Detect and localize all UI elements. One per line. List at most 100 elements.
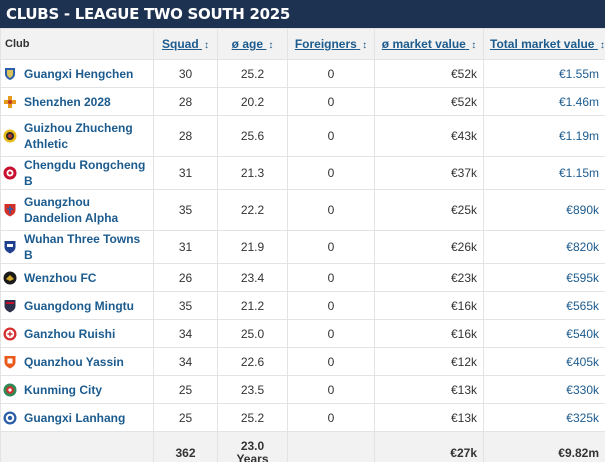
- table-row: Wuhan Three Towns B 31 21.9 0 €26k €820k: [0, 230, 605, 264]
- sort-icon[interactable]: ↕: [268, 40, 273, 51]
- foreigners-cell: 0: [287, 156, 375, 190]
- green-red-crest-icon[interactable]: [3, 383, 17, 397]
- total-value-sum: €9.82m: [483, 431, 605, 462]
- total-value-link[interactable]: €890k: [483, 189, 605, 231]
- club-name-link[interactable]: Guangxi Lanhang: [24, 410, 125, 426]
- squad-cell: 26: [153, 263, 218, 292]
- club-name-link[interactable]: Wuhan Three Towns B: [24, 231, 147, 263]
- age-cell: 25.2: [217, 59, 288, 88]
- totals-empty-cell: [0, 431, 154, 462]
- squad-header-label[interactable]: Squad: [162, 37, 199, 51]
- red-shield-crest-icon[interactable]: [3, 203, 17, 217]
- age-column-header[interactable]: ø age ↕: [217, 28, 288, 60]
- total-value-link[interactable]: €1.15m: [483, 156, 605, 190]
- totals-row: 362 23.0 Years €27k €9.82m: [0, 431, 605, 462]
- age-cell: 25.6: [217, 115, 288, 157]
- age-unit: Years: [236, 452, 269, 462]
- foreigners-cell: 0: [287, 115, 375, 157]
- table-row: Quanzhou Yassin 34 22.6 0 €12k €405k: [0, 347, 605, 376]
- squad-column-header[interactable]: Squad ↕: [153, 28, 218, 60]
- club-name-link[interactable]: Quanzhou Yassin: [24, 354, 124, 370]
- navy-shield-crest-icon[interactable]: [3, 240, 17, 254]
- club-name-link[interactable]: Wenzhou FC: [24, 270, 96, 286]
- total-value-link[interactable]: €330k: [483, 375, 605, 404]
- squad-cell: 28: [153, 87, 218, 116]
- sort-icon[interactable]: ↕: [471, 40, 476, 51]
- red-round-crest-icon[interactable]: [3, 166, 17, 180]
- club-cell: Quanzhou Yassin: [0, 347, 154, 376]
- orange-shield-crest-icon[interactable]: [3, 355, 17, 369]
- club-name-link[interactable]: Ganzhou Ruishi: [24, 326, 115, 342]
- squad-cell: 25: [153, 403, 218, 432]
- total-value-link[interactable]: €540k: [483, 319, 605, 348]
- table-header-row: Club Squad ↕ ø age ↕ Foreigners ↕ ø mark…: [0, 28, 605, 60]
- table-row: Ganzhou Ruishi 34 25.0 0 €16k €540k: [0, 319, 605, 348]
- table-title: CLUBS - LEAGUE TWO SOUTH 2025: [0, 0, 605, 28]
- age-cell: 20.2: [217, 87, 288, 116]
- foreigners-cell: 0: [287, 403, 375, 432]
- blue-ring-crest-icon[interactable]: [3, 411, 17, 425]
- clubs-table-box: CLUBS - LEAGUE TWO SOUTH 2025 Club Squad…: [0, 0, 605, 462]
- age-cell: 25.2: [217, 403, 288, 432]
- age-header-label[interactable]: ø age: [232, 37, 263, 51]
- club-name-link[interactable]: Guangxi Hengchen: [24, 66, 133, 82]
- table-row: Shenzhen 2028 28 20.2 0 €52k €1.46m: [0, 87, 605, 116]
- sort-icon[interactable]: ↕: [600, 40, 605, 51]
- foreigners-cell: 0: [287, 291, 375, 320]
- club-column-header: Club: [0, 28, 154, 60]
- orange-cross-crest-icon[interactable]: [3, 95, 17, 109]
- club-name-link[interactable]: Guangzhou Dandelion Alpha: [24, 194, 147, 226]
- age-cell: 25.0: [217, 319, 288, 348]
- club-cell: Chengdu Rongcheng B: [0, 156, 154, 190]
- table-row: Kunming City 25 23.5 0 €13k €330k: [0, 375, 605, 404]
- age-cell: 22.2: [217, 189, 288, 231]
- yellow-round-crest-icon[interactable]: [3, 129, 17, 143]
- club-name-link[interactable]: Kunming City: [24, 382, 102, 398]
- club-cell: Wuhan Three Towns B: [0, 230, 154, 264]
- club-cell: Guizhou Zhucheng Athletic: [0, 115, 154, 157]
- squad-cell: 31: [153, 230, 218, 264]
- dark-shield-crest-icon[interactable]: [3, 299, 17, 313]
- age-cell: 23.4: [217, 263, 288, 292]
- total-value-link[interactable]: €565k: [483, 291, 605, 320]
- shield-blue-crest-icon[interactable]: [3, 67, 17, 81]
- age-cell: 21.9: [217, 230, 288, 264]
- red-ring-crest-icon[interactable]: [3, 327, 17, 341]
- age-cell: 23.5: [217, 375, 288, 404]
- market-value-cell: €23k: [374, 263, 484, 292]
- total-value-link[interactable]: €595k: [483, 263, 605, 292]
- club-name-link[interactable]: Shenzhen 2028: [24, 94, 111, 110]
- total-value-link[interactable]: €820k: [483, 230, 605, 264]
- total-value-column-header[interactable]: Total market value ↕: [483, 28, 605, 60]
- club-cell: Guangxi Hengchen: [0, 59, 154, 88]
- club-name-link[interactable]: Guangdong Mingtu: [24, 298, 134, 314]
- foreigners-cell: 0: [287, 347, 375, 376]
- total-value-header-label[interactable]: Total market value: [490, 37, 594, 51]
- table-row: Wenzhou FC 26 23.4 0 €23k €595k: [0, 263, 605, 292]
- foreigners-cell: 0: [287, 189, 375, 231]
- market-value-cell: €16k: [374, 291, 484, 320]
- total-value-link[interactable]: €1.46m: [483, 87, 605, 116]
- total-value-link[interactable]: €405k: [483, 347, 605, 376]
- black-gold-crest-icon[interactable]: [3, 271, 17, 285]
- total-value-link[interactable]: €1.55m: [483, 59, 605, 88]
- foreigners-cell: 0: [287, 59, 375, 88]
- total-value-link[interactable]: €1.19m: [483, 115, 605, 157]
- club-name-link[interactable]: Chengdu Rongcheng B: [24, 157, 147, 189]
- foreigners-header-label[interactable]: Foreigners: [295, 37, 357, 51]
- total-value-link[interactable]: €325k: [483, 403, 605, 432]
- market-value-header-label[interactable]: ø market value: [382, 37, 466, 51]
- table-row: Guizhou Zhucheng Athletic 28 25.6 0 €43k…: [0, 115, 605, 157]
- foreigners-cell: 0: [287, 87, 375, 116]
- foreigners-column-header[interactable]: Foreigners ↕: [287, 28, 375, 60]
- market-value-average: €27k: [374, 431, 484, 462]
- club-cell: Guangxi Lanhang: [0, 403, 154, 432]
- squad-cell: 30: [153, 59, 218, 88]
- squad-cell: 25: [153, 375, 218, 404]
- sort-icon[interactable]: ↕: [362, 40, 367, 51]
- club-name-link[interactable]: Guizhou Zhucheng Athletic: [24, 120, 147, 152]
- market-value-cell: €16k: [374, 319, 484, 348]
- sort-icon[interactable]: ↕: [204, 40, 209, 51]
- market-value-column-header[interactable]: ø market value ↕: [374, 28, 484, 60]
- table-row: Guangxi Hengchen 30 25.2 0 €52k €1.55m: [0, 59, 605, 88]
